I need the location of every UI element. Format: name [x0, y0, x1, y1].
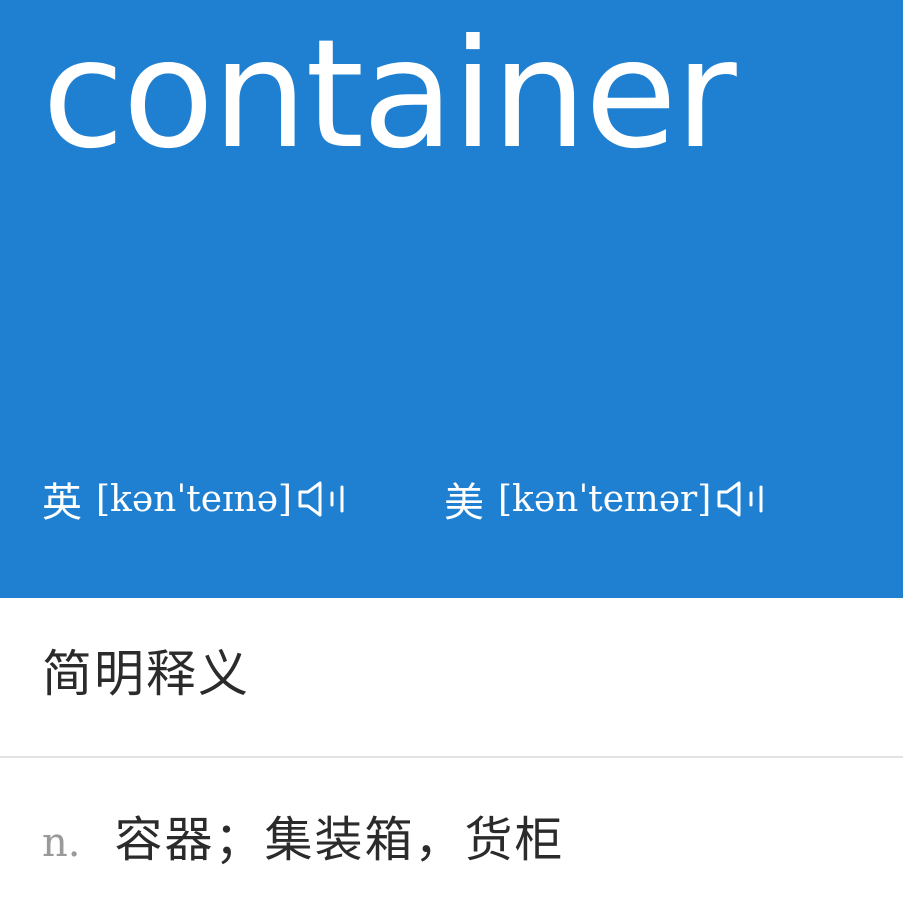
- headword: container: [42, 8, 737, 182]
- section-header: 简明释义: [0, 598, 903, 758]
- pronunciation-us-ipa: [kənˈteɪnər]: [498, 478, 712, 520]
- definition-row: n. 容器；集装箱，货柜: [42, 800, 565, 870]
- speaker-icon[interactable]: [715, 479, 773, 519]
- pronunciation-us[interactable]: 美 [kənˈteɪnər]: [444, 474, 773, 526]
- pronunciation-uk-ipa: [kənˈteɪnə]: [96, 478, 293, 520]
- definition-text: 容器；集装箱，货柜: [114, 812, 565, 868]
- pronunciation-uk-label: 英: [42, 480, 82, 526]
- word-header: container 英 [kənˈteɪnə] 美 [kənˈteɪnər]: [0, 0, 903, 598]
- pronunciation-uk[interactable]: 英 [kənˈteɪnə]: [42, 474, 354, 526]
- speaker-icon[interactable]: [296, 479, 354, 519]
- part-of-speech: n.: [42, 820, 81, 866]
- dictionary-page: container 英 [kənˈteɪnə] 美 [kənˈteɪnər] 简…: [0, 0, 903, 903]
- pronunciation-us-label: 美: [444, 480, 484, 526]
- section-title: 简明释义: [42, 645, 250, 703]
